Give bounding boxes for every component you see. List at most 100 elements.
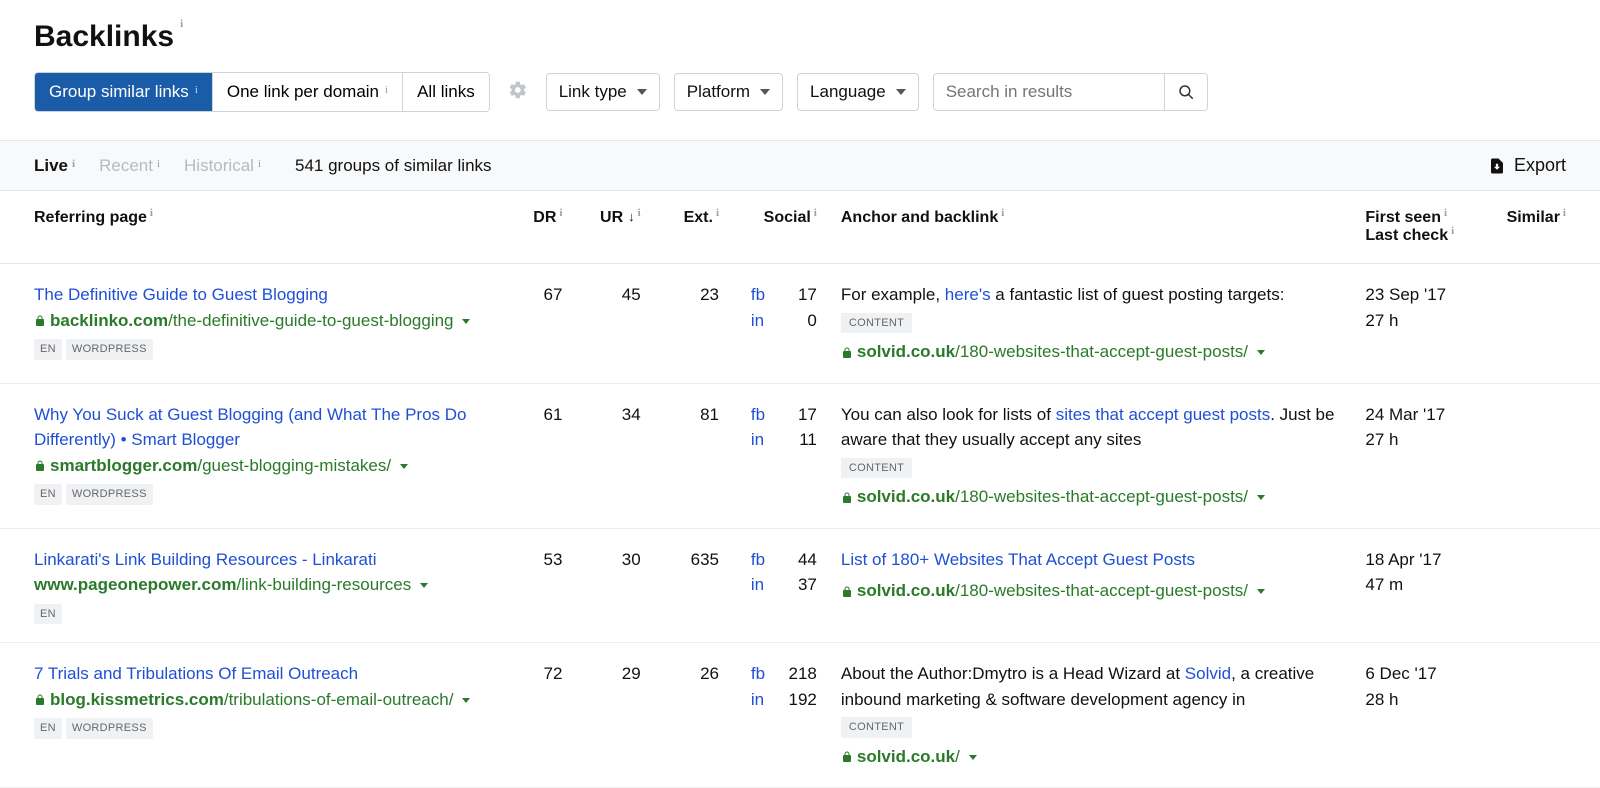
info-icon[interactable]: i <box>716 207 719 219</box>
social-fb-label[interactable]: fb <box>751 282 771 308</box>
social-in-label[interactable]: in <box>751 687 771 713</box>
anchor-link[interactable]: Solvid <box>1185 664 1231 683</box>
info-icon[interactable]: i <box>638 207 641 219</box>
lock-icon <box>841 747 857 766</box>
table-header: Referring pagei DRi UR↓i Ext.i Sociali A… <box>0 191 1600 264</box>
info-icon[interactable]: i <box>150 207 153 219</box>
platform-badge: WORDPRESS <box>66 484 153 505</box>
lock-icon <box>34 456 50 475</box>
language-dropdown[interactable]: Language <box>797 73 919 111</box>
segment-group-similar[interactable]: Group similar linksi <box>35 73 213 111</box>
col-referring[interactable]: Referring pagei <box>34 209 153 227</box>
ur-value: 34 <box>562 402 640 428</box>
chevron-down-icon[interactable] <box>462 698 470 703</box>
social-in-label[interactable]: in <box>751 427 771 453</box>
social-fb-label[interactable]: fb <box>751 547 771 573</box>
info-icon[interactable]: i <box>1444 207 1447 219</box>
backlink-url[interactable]: solvid.co.uk/180-websites-that-accept-gu… <box>841 484 1366 510</box>
anchor-text: About the Author:Dmytro is a Head Wizard… <box>841 661 1366 712</box>
social-in-value: 0 <box>781 308 817 334</box>
referring-url[interactable]: www.pageonepower.com/link-building-resou… <box>34 572 494 598</box>
platform-dropdown[interactable]: Platform <box>674 73 783 111</box>
backlink-url[interactable]: solvid.co.uk/180-websites-that-accept-gu… <box>841 578 1366 604</box>
anchor-link[interactable]: sites that accept guest posts <box>1056 405 1271 424</box>
tab-live[interactable]: Livei <box>34 156 75 176</box>
chevron-down-icon[interactable] <box>400 464 408 469</box>
dr-value: 61 <box>494 402 563 428</box>
lock-icon <box>34 690 50 709</box>
search-button[interactable] <box>1164 74 1207 110</box>
table-row: Why You Suck at Guest Blogging (and What… <box>0 384 1600 529</box>
anchor-text: You can also look for lists of sites tha… <box>841 402 1366 453</box>
chevron-down-icon[interactable] <box>420 583 428 588</box>
tab-recent[interactable]: Recenti <box>99 156 160 176</box>
ur-value: 29 <box>562 661 640 687</box>
info-icon[interactable]: i <box>1563 207 1566 219</box>
lang-badge: EN <box>34 339 62 360</box>
col-first-seen[interactable]: First seeni <box>1365 209 1447 227</box>
chevron-down-icon[interactable] <box>462 319 470 324</box>
info-icon[interactable]: i <box>180 18 183 30</box>
chevron-down-icon[interactable] <box>1257 589 1265 594</box>
last-check-value: 27 h <box>1365 427 1492 453</box>
col-anchor[interactable]: Anchor and backlinki <box>841 209 1004 227</box>
referring-title-link[interactable]: Linkarati's Link Building Resources - Li… <box>34 547 494 573</box>
lang-badge: EN <box>34 718 62 739</box>
search-input[interactable] <box>934 74 1164 110</box>
anchor-link[interactable]: List of 180+ Websites That Accept Guest … <box>841 550 1195 569</box>
anchor-link[interactable]: here's <box>945 285 991 304</box>
backlink-url[interactable]: solvid.co.uk/180-websites-that-accept-gu… <box>841 339 1366 365</box>
dr-value: 53 <box>494 547 563 573</box>
referring-title-link[interactable]: The Definitive Guide to Guest Blogging <box>34 282 494 308</box>
social-in-label[interactable]: in <box>751 308 771 334</box>
info-icon[interactable]: i <box>1001 207 1004 219</box>
table-row: The Definitive Guide to Guest Bloggingba… <box>0 264 1600 384</box>
table-row: 7 Trials and Tribulations Of Email Outre… <box>0 643 1600 788</box>
social-fb-label[interactable]: fb <box>751 661 771 687</box>
referring-url[interactable]: backlinko.com/the-definitive-guide-to-gu… <box>34 308 494 334</box>
chevron-down-icon[interactable] <box>1257 495 1265 500</box>
link-type-dropdown[interactable]: Link type <box>546 73 660 111</box>
chevron-down-icon <box>637 89 647 95</box>
backlink-url[interactable]: solvid.co.uk/ <box>841 744 1366 770</box>
anchor-text: List of 180+ Websites That Accept Guest … <box>841 547 1366 573</box>
info-icon[interactable]: i <box>157 158 160 170</box>
info-icon[interactable]: i <box>814 207 817 219</box>
content-badge: CONTENT <box>841 458 912 479</box>
info-icon[interactable]: i <box>1451 225 1454 237</box>
info-icon[interactable]: i <box>258 158 261 170</box>
info-icon[interactable]: i <box>72 158 75 170</box>
social-fb-value: 17 <box>781 402 817 428</box>
ur-value: 45 <box>562 282 640 308</box>
col-social[interactable]: Sociali <box>764 209 817 245</box>
tab-historical[interactable]: Historicali <box>184 156 261 176</box>
backlinks-table: Referring pagei DRi UR↓i Ext.i Sociali A… <box>0 191 1600 788</box>
referring-url[interactable]: blog.kissmetrics.com/tribulations-of-ema… <box>34 687 494 713</box>
export-button[interactable]: Export <box>1488 155 1566 176</box>
referring-url[interactable]: smartblogger.com/guest-blogging-mistakes… <box>34 453 494 479</box>
info-icon[interactable]: i <box>195 84 198 96</box>
search-wrapper <box>933 73 1208 111</box>
social-fb-label[interactable]: fb <box>751 402 771 428</box>
info-icon[interactable]: i <box>385 84 388 96</box>
social-in-value: 37 <box>781 572 817 598</box>
segment-all-links[interactable]: All links <box>403 73 489 111</box>
col-dr[interactable]: DRi <box>533 209 562 227</box>
social-fb-value: 44 <box>781 547 817 573</box>
col-ext[interactable]: Ext.i <box>684 209 719 227</box>
col-last-check[interactable]: Last checki <box>1365 227 1454 245</box>
referring-title-link[interactable]: 7 Trials and Tribulations Of Email Outre… <box>34 661 494 687</box>
social-in-label[interactable]: in <box>751 572 771 598</box>
col-ur[interactable]: UR↓i <box>600 209 641 227</box>
col-similar[interactable]: Similari <box>1507 209 1566 227</box>
group-count: 541 groups of similar links <box>295 156 492 176</box>
last-check-value: 27 h <box>1365 308 1492 334</box>
chevron-down-icon[interactable] <box>1257 350 1265 355</box>
chevron-down-icon <box>760 89 770 95</box>
chevron-down-icon[interactable] <box>969 755 977 760</box>
sort-desc-icon: ↓ <box>628 209 635 224</box>
gear-icon[interactable] <box>508 80 528 105</box>
referring-title-link[interactable]: Why You Suck at Guest Blogging (and What… <box>34 402 494 453</box>
segment-one-per-domain[interactable]: One link per domaini <box>213 73 403 111</box>
info-icon[interactable]: i <box>559 207 562 219</box>
